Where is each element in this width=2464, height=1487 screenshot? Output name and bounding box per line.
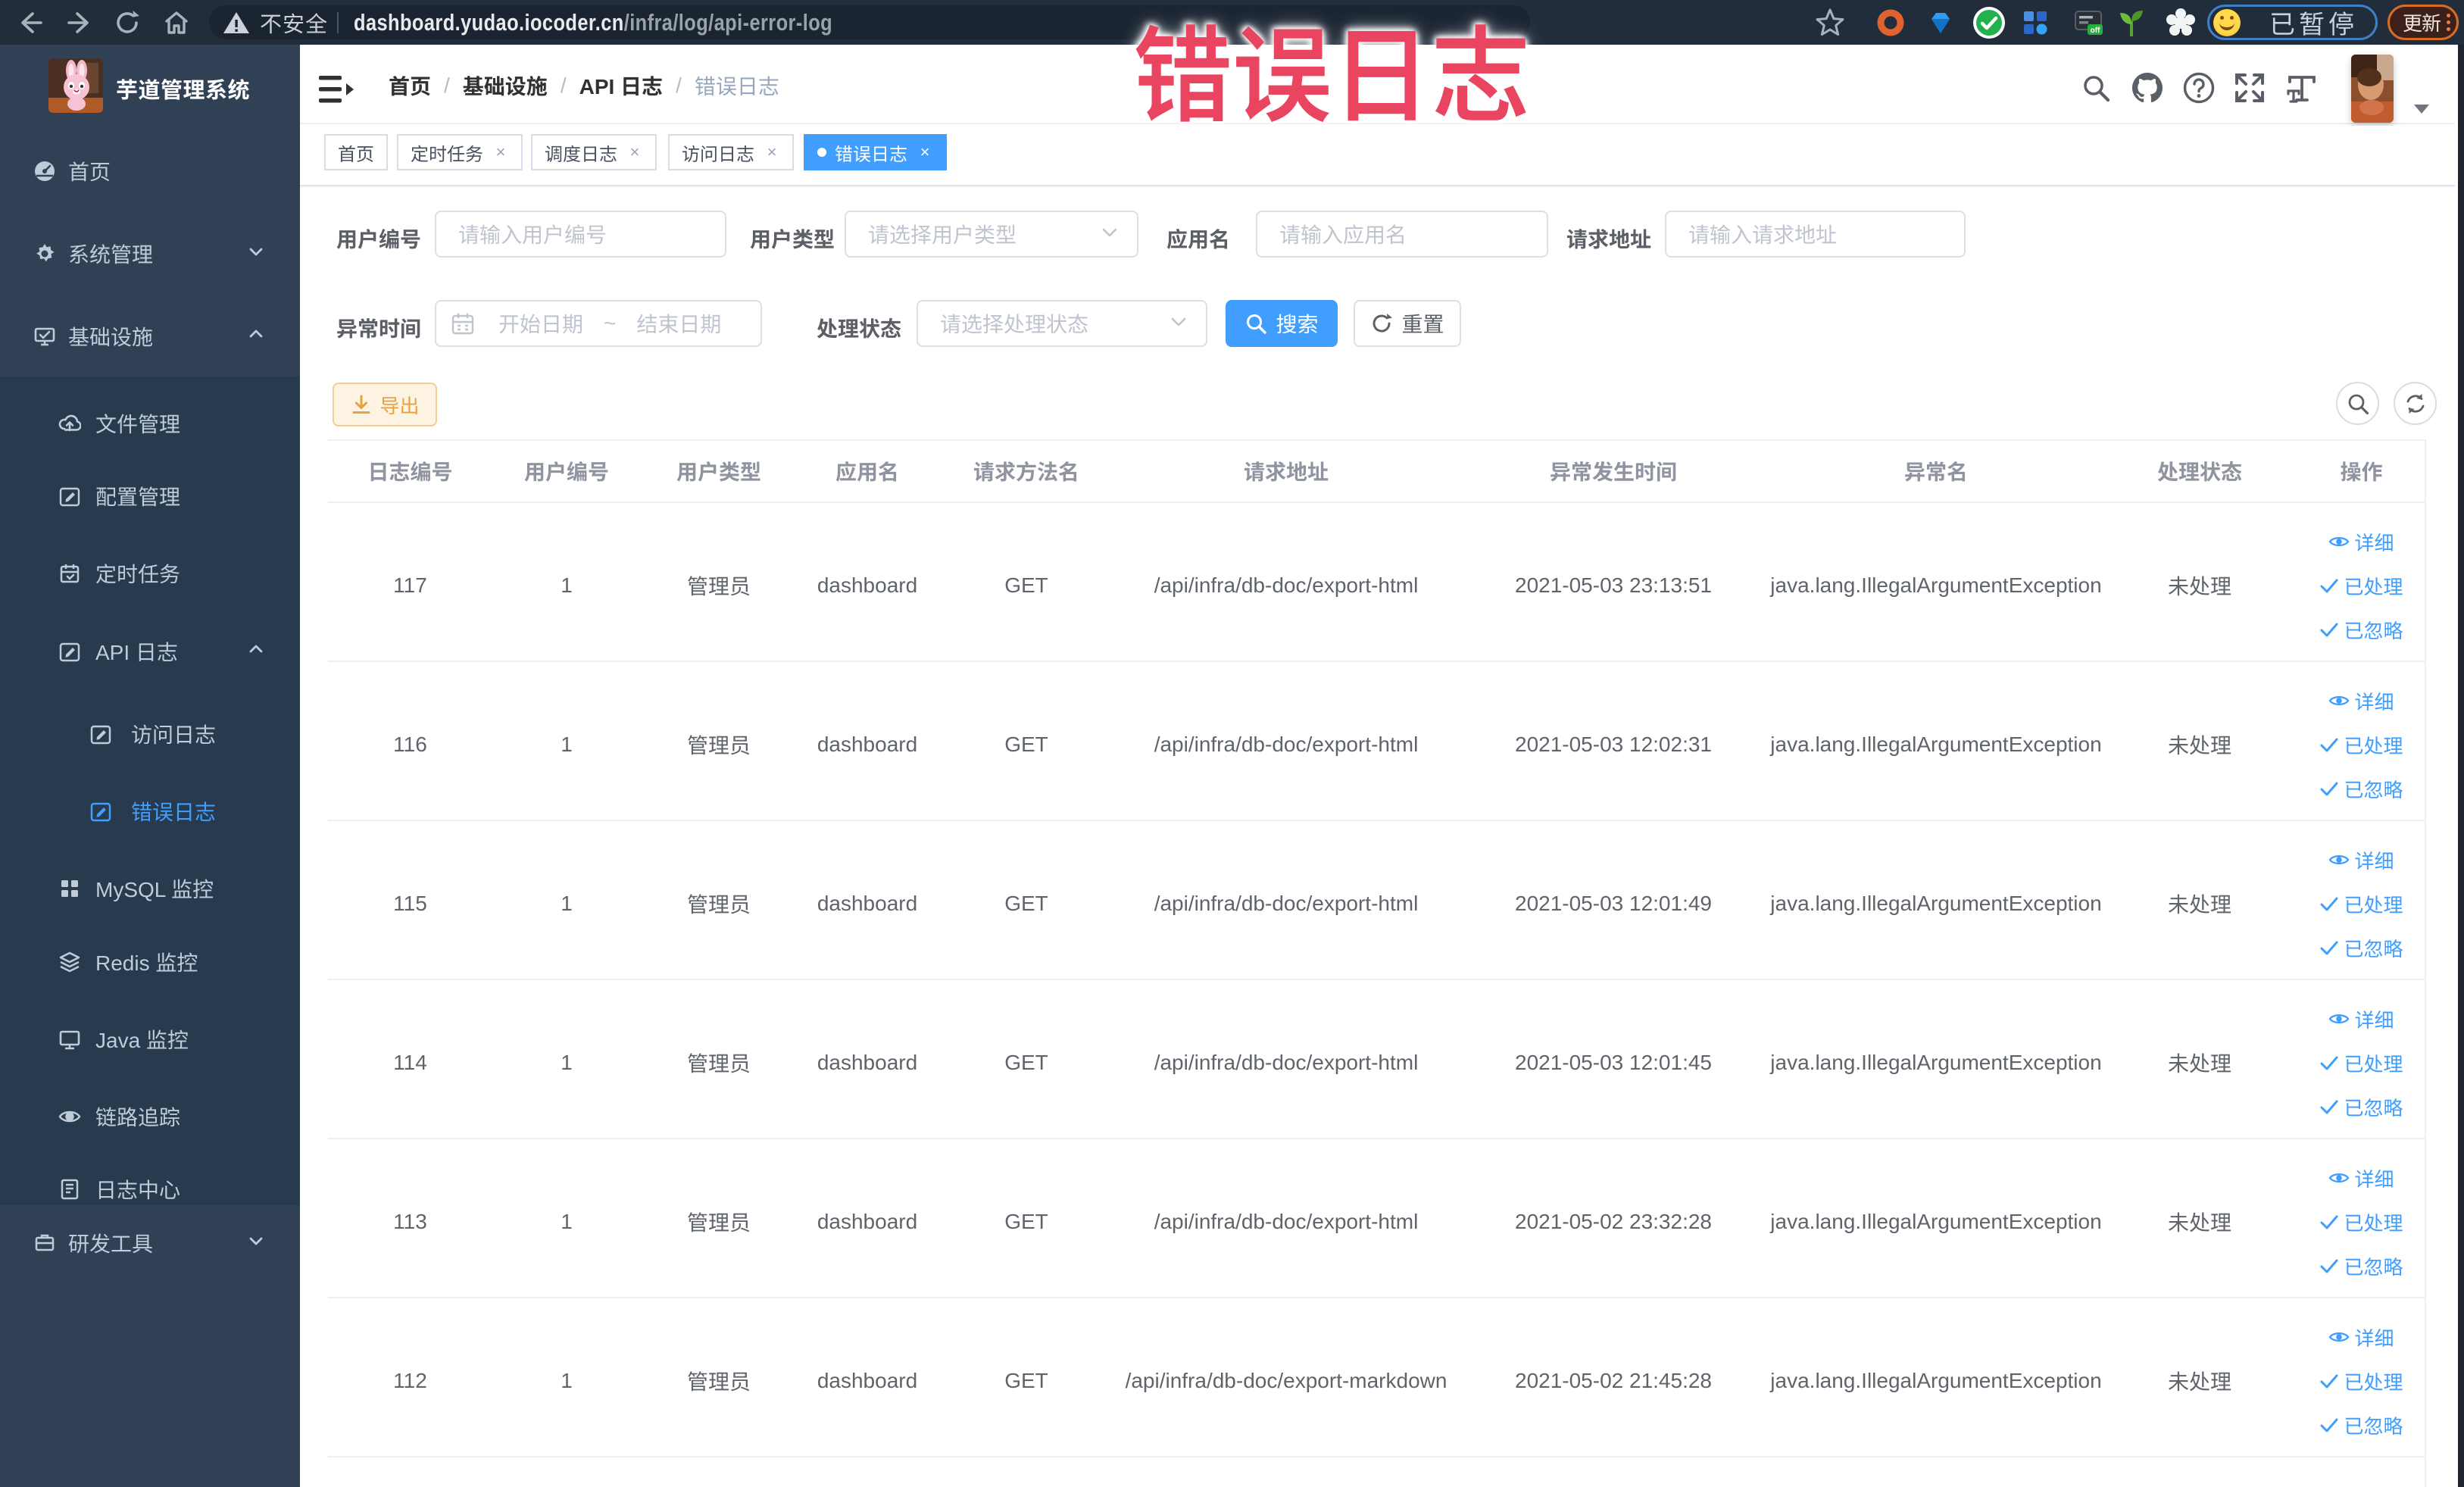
svg-text:off: off <box>2091 27 2100 35</box>
